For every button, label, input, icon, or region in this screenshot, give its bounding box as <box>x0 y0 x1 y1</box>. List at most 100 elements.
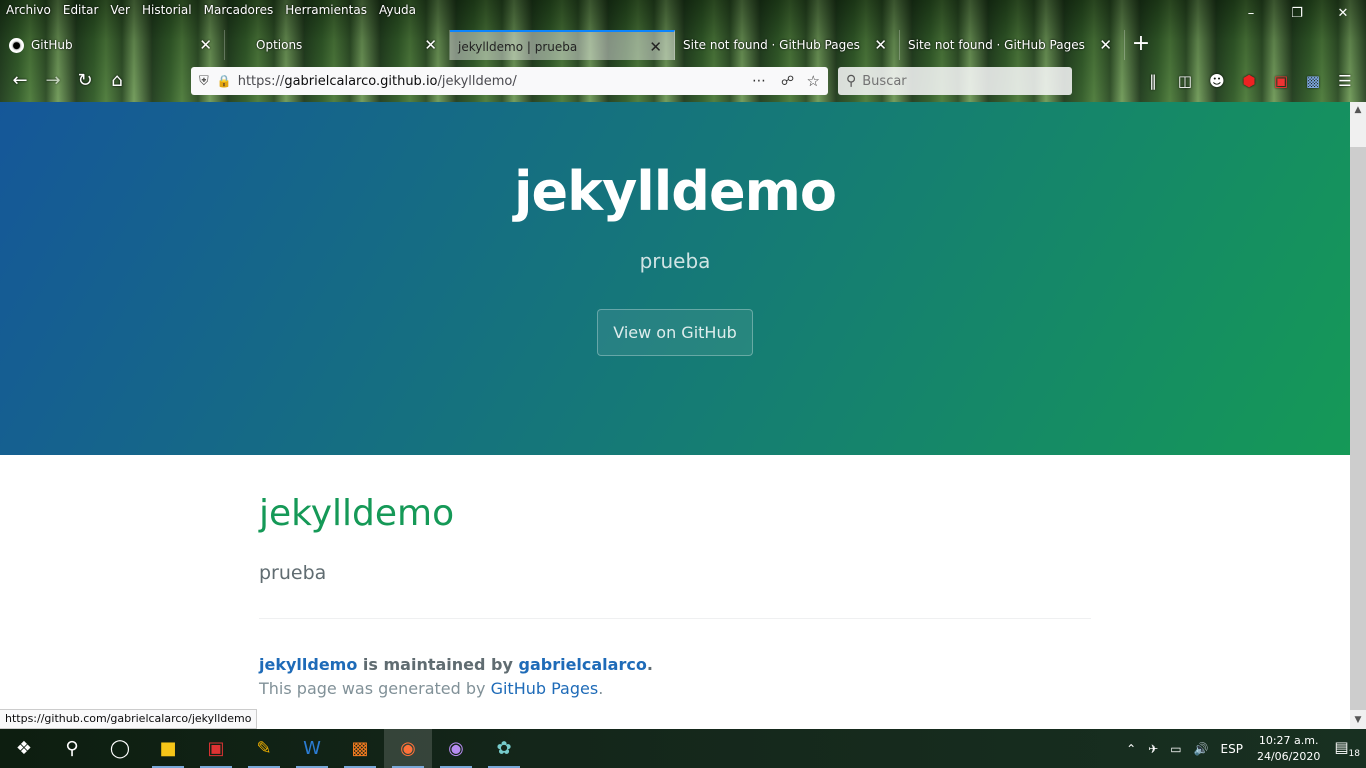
network-icon[interactable]: ✈ <box>1142 742 1164 756</box>
windows-taskbar: ❖ ⚲ ◯ ■ ▣ ✎ W ▩ ◉ ◉ ✿ ⌃ ✈ ▭ 🔊 ESP 10:27 … <box>0 729 1366 768</box>
tab-title: Site not found · GitHub Pages <box>683 38 860 52</box>
window-controls: – ❐ ✕ <box>1228 0 1366 28</box>
library-icon[interactable]: ‖ <box>1142 70 1164 92</box>
owner-link[interactable]: gabrielcalarco <box>518 655 646 674</box>
filezilla-icon[interactable]: ▣ <box>192 729 240 768</box>
scroll-up-icon[interactable]: ▲ <box>1350 102 1366 119</box>
content-lead: prueba <box>259 562 327 584</box>
restore-icon[interactable]: ❐ <box>1274 0 1320 28</box>
hamburger-menu-icon[interactable]: ☰ <box>1334 70 1356 92</box>
content-title: jekylldemo <box>259 493 455 534</box>
project-link[interactable]: jekylldemo <box>259 655 357 674</box>
vertical-scrollbar[interactable]: ▲ ▼ <box>1350 102 1366 729</box>
file-explorer-icon[interactable]: ■ <box>144 729 192 768</box>
site-footer: jekylldemo is maintained by gabrielcalar… <box>259 653 1091 701</box>
paint-icon[interactable]: ✿ <box>480 729 528 768</box>
footer-text: is maintained by <box>357 655 519 674</box>
tab-options[interactable]: Options ✕ <box>225 30 450 60</box>
windows-start-icon[interactable]: ❖ <box>0 729 48 768</box>
tab-close-icon[interactable]: ✕ <box>199 30 212 60</box>
footer-generated-text: This page was generated by <box>259 679 491 698</box>
word-icon[interactable]: W <box>288 729 336 768</box>
bookmark-star-icon[interactable]: ☆ <box>807 72 820 90</box>
github-icon: ● <box>9 38 24 53</box>
tab-close-icon[interactable]: ✕ <box>649 32 662 62</box>
menu-archivo[interactable]: Archivo <box>0 0 57 22</box>
volume-icon[interactable]: 🔊 <box>1188 742 1215 756</box>
tab-close-icon[interactable]: ✕ <box>874 30 887 60</box>
shield-icon[interactable]: ⛨ <box>199 74 209 89</box>
project-name: jekylldemo <box>514 160 837 223</box>
battery-icon[interactable]: ▭ <box>1164 742 1187 756</box>
toolbar-icons: ‖ ◫ ☻ ⬢ ▣ ▩ ☰ <box>1142 70 1356 92</box>
tab-site-not-found-2[interactable]: Site not found · GitHub Pages ✕ <box>900 30 1125 60</box>
menu-ver[interactable]: Ver <box>104 0 136 22</box>
tab-close-icon[interactable]: ✕ <box>1099 30 1112 60</box>
home-icon[interactable]: ⌂ <box>104 68 130 94</box>
menu-herramientas[interactable]: Herramientas <box>279 0 373 22</box>
document-icon[interactable]: ▩ <box>1302 70 1324 92</box>
back-icon[interactable]: ← <box>7 68 33 94</box>
clock-date: 24/06/2020 <box>1256 749 1321 763</box>
menu-historial[interactable]: Historial <box>136 0 198 22</box>
project-tagline: prueba <box>639 249 711 273</box>
main-content: jekylldemo prueba jekylldemo is maintain… <box>259 455 1091 701</box>
search-icon: ⚲ <box>846 73 857 89</box>
scroll-thumb[interactable] <box>1350 147 1366 710</box>
editor-icon[interactable]: ✎ <box>240 729 288 768</box>
icon-app-icon[interactable]: ▩ <box>336 729 384 768</box>
scroll-down-icon[interactable]: ▼ <box>1350 712 1366 729</box>
tab-title: Options <box>256 38 303 52</box>
forward-icon[interactable]: → <box>40 68 66 94</box>
menu-ayuda[interactable]: Ayuda <box>373 0 422 22</box>
page-actions-icon[interactable]: ⋯ <box>752 73 766 89</box>
menu-marcadores[interactable]: Marcadores <box>198 0 280 22</box>
adblock-icon[interactable]: ⬢ <box>1238 70 1260 92</box>
tab-title: jekylldemo | prueba <box>458 40 578 54</box>
link-status-bar: https://github.com/gabrielcalarco/jekyll… <box>0 709 258 729</box>
tab-github[interactable]: ● GitHub ✕ <box>0 30 225 60</box>
github-desktop-icon[interactable]: ◉ <box>432 729 480 768</box>
footer-period: . <box>646 655 653 674</box>
pocket-icon[interactable]: ☍ <box>781 74 794 89</box>
tab-site-not-found-1[interactable]: Site not found · GitHub Pages ✕ <box>675 30 900 60</box>
system-tray: ⌃ ✈ ▭ 🔊 ESP 10:27 a.m. 24/06/2020 ▤18 <box>1120 729 1366 768</box>
language-indicator[interactable]: ESP <box>1215 742 1249 756</box>
web-page: jekylldemo prueba View on GitHub jekylld… <box>0 102 1350 729</box>
account-icon[interactable]: ☻ <box>1206 70 1228 92</box>
divider <box>259 618 1091 619</box>
reload-icon[interactable]: ↻ <box>72 68 98 94</box>
github-pages-link[interactable]: GitHub Pages <box>491 679 599 698</box>
notifications-icon[interactable]: ▤18 <box>1328 738 1366 759</box>
url-scheme: https:// <box>237 73 285 89</box>
tab-jekylldemo[interactable]: jekylldemo | prueba ✕ <box>450 30 675 60</box>
tab-title: Site not found · GitHub Pages <box>908 38 1085 52</box>
minimize-icon[interactable]: – <box>1228 0 1274 28</box>
search-bar[interactable]: ⚲ <box>838 67 1072 95</box>
tab-close-icon[interactable]: ✕ <box>424 30 437 60</box>
new-tab-icon[interactable]: + <box>1125 30 1157 60</box>
search-taskbar-icon[interactable]: ⚲ <box>48 729 96 768</box>
lock-icon[interactable]: 🔒 <box>217 74 232 88</box>
clock[interactable]: 10:27 a.m. 24/06/2020 <box>1249 733 1328 765</box>
clock-time: 10:27 a.m. <box>1258 733 1319 747</box>
tab-strip: ● GitHub ✕ Options ✕ jekylldemo | prueba… <box>0 30 1157 60</box>
view-on-github-button[interactable]: View on GitHub <box>597 309 753 356</box>
url-host: gabrielcalarco.github.io <box>284 73 438 89</box>
url-text[interactable]: https://gabrielcalarco.github.io/jekylld… <box>238 74 517 89</box>
notification-count: 18 <box>1348 749 1360 759</box>
menu-editar[interactable]: Editar <box>57 0 105 22</box>
cortana-icon[interactable]: ◯ <box>96 729 144 768</box>
url-bar[interactable]: ⛨ 🔒 https://gabrielcalarco.github.io/jek… <box>191 67 828 95</box>
pdf-icon[interactable]: ▣ <box>1270 70 1292 92</box>
footer-owner-line: jekylldemo is maintained by gabrielcalar… <box>259 653 1091 677</box>
navigation-toolbar: ← → ↻ ⌂ ⛨ 🔒 https://gabrielcalarco.githu… <box>0 62 1366 102</box>
tray-overflow-icon[interactable]: ⌃ <box>1120 742 1142 756</box>
close-window-icon[interactable]: ✕ <box>1320 0 1366 28</box>
menu-bar: Archivo Editar Ver Historial Marcadores … <box>0 0 422 22</box>
sidebar-icon[interactable]: ◫ <box>1174 70 1196 92</box>
search-input[interactable] <box>862 73 1063 89</box>
firefox-icon[interactable]: ◉ <box>384 729 432 768</box>
url-path: /jekylldemo/ <box>437 73 517 89</box>
page-header: jekylldemo prueba View on GitHub <box>0 102 1350 455</box>
